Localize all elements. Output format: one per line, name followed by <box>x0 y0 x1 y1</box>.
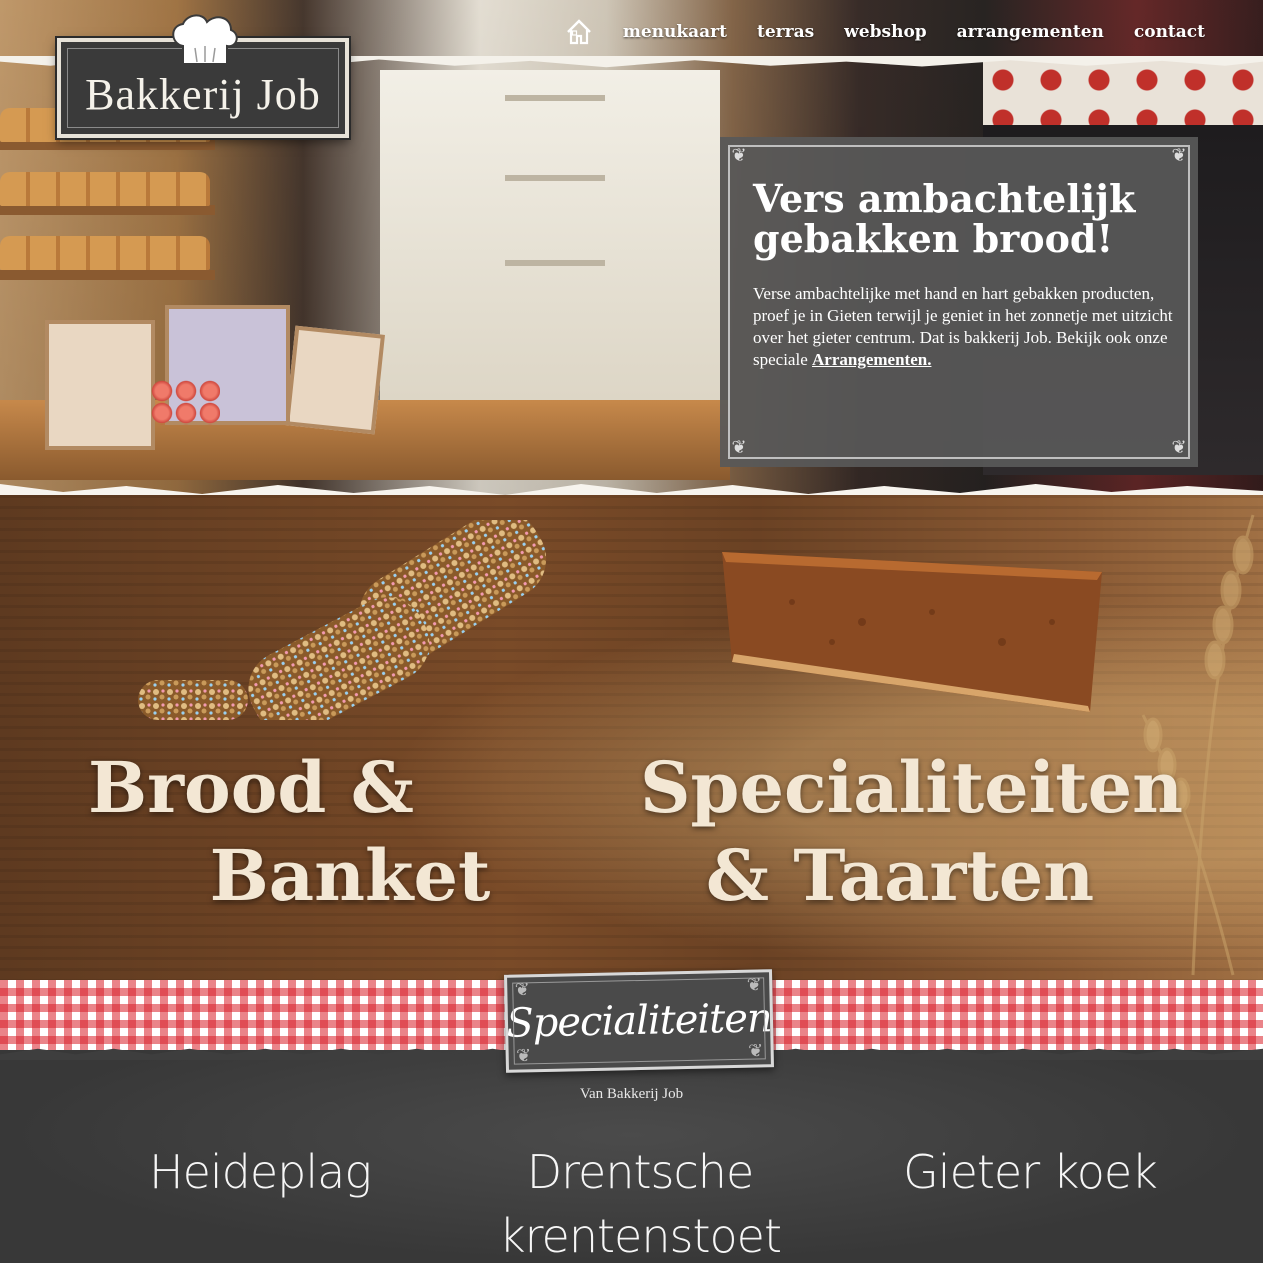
ornament-corner-icon: ❦ <box>747 1040 764 1062</box>
sign-frame <box>512 977 766 1065</box>
specialty-item-heideplag[interactable]: Heideplag <box>110 1140 410 1204</box>
floral-wallpaper <box>983 60 1263 130</box>
bread-shelf <box>0 205 215 215</box>
specialty-item-label: Gieter koek <box>903 1145 1158 1199</box>
brand-name: Bakkerij Job <box>85 69 321 119</box>
ornament-corner-icon: ❦ <box>1171 145 1187 166</box>
specialties-subtitle: Van Bakkerij Job <box>579 1086 684 1102</box>
category-specialties-title-line1[interactable]: Specialiteiten <box>640 744 1183 832</box>
menu-board <box>45 320 155 450</box>
nav-link-contact[interactable]: contact <box>1134 22 1205 42</box>
cabinet-shelf <box>505 260 605 266</box>
nav-link-arrangementen[interactable]: arrangementen <box>957 22 1104 42</box>
cabinet-shelf <box>505 95 605 101</box>
home-icon[interactable] <box>565 18 593 46</box>
bread-loaves <box>0 172 210 206</box>
bread-shelf <box>0 270 215 280</box>
specialty-item-krentenstoet[interactable]: Drentsche krentenstoet <box>470 1140 810 1263</box>
specialty-item-label: krentenstoet <box>499 1209 782 1263</box>
ornament-corner-icon: ❦ <box>514 979 531 1001</box>
cabinet-shelf <box>505 175 605 181</box>
hero-description: Verse ambachtelijke met hand en hart geb… <box>753 283 1173 371</box>
cake-photo <box>722 552 1102 712</box>
specialty-item-label: Drentsche <box>526 1145 755 1199</box>
brand-logo[interactable]: Bakkerij Job <box>57 14 349 138</box>
ornament-corner-icon: ❦ <box>1171 437 1187 458</box>
rose-bouquet <box>150 380 220 425</box>
ornament-corner-icon: ❦ <box>731 437 747 458</box>
hero-title: Vers ambachtelijk gebakken brood! <box>753 176 1136 261</box>
ornament-corner-icon: ❦ <box>746 974 763 996</box>
category-specialties-title-line2[interactable]: & Taarten <box>640 832 1160 920</box>
white-cabinet <box>380 70 720 400</box>
nav-link-menukaart[interactable]: menukaart <box>623 22 727 42</box>
nav-link-webshop[interactable]: webshop <box>844 22 927 42</box>
nav-link-terras[interactable]: terras <box>757 22 814 42</box>
pastry-photo <box>138 520 547 720</box>
bread-loaves <box>0 236 210 270</box>
menu-board <box>285 325 385 435</box>
category-bread-title-line1[interactable]: Brood & <box>60 744 440 832</box>
category-bread-title-line2[interactable]: Banket <box>200 832 500 920</box>
chef-hat-icon <box>172 14 238 65</box>
arrangementen-link[interactable]: Arrangementen. <box>812 350 931 369</box>
specialty-item-gieter-koek[interactable]: Gieter koek <box>880 1140 1180 1204</box>
intro-panel: ❦ ❦ ❦ ❦ Vers ambachtelijk gebakken brood… <box>720 137 1198 467</box>
ornament-corner-icon: ❦ <box>731 145 747 166</box>
specialties-sign: ❦ ❦ ❦ ❦ Specialiteiten <box>504 969 774 1073</box>
specialty-item-label: Heideplag <box>149 1145 372 1199</box>
ornament-corner-icon: ❦ <box>515 1045 532 1067</box>
main-navigation: menukaart terras webshop arrangementen c… <box>565 18 1205 46</box>
